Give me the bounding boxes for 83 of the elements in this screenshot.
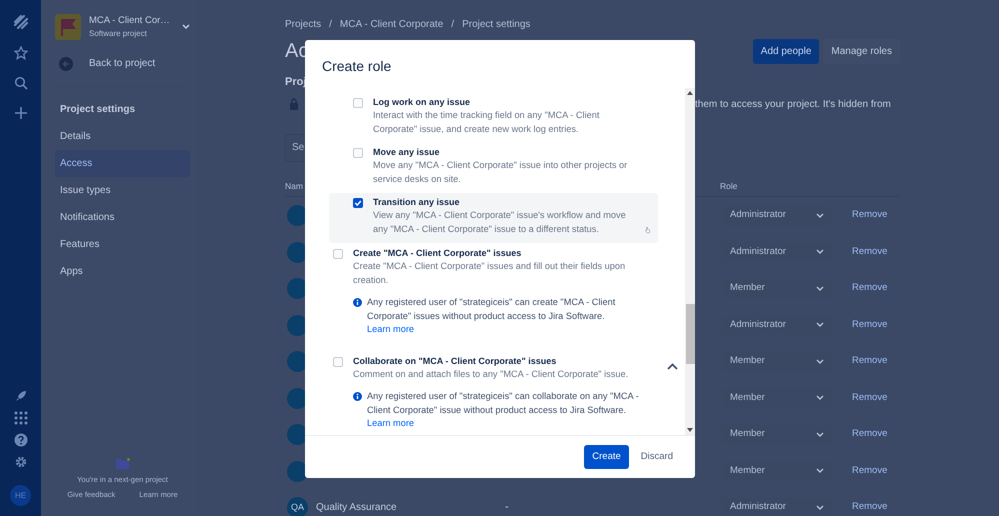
remove-link[interactable]: Remove (852, 281, 888, 296)
section-heading: Project settings (59, 103, 136, 118)
info-icon (353, 298, 362, 307)
sidebar-item[interactable]: Access (55, 150, 190, 178)
user-avatar: QA (287, 497, 308, 516)
permission-label: Log work on any issue (373, 96, 472, 109)
remove-link[interactable]: Remove (852, 390, 888, 406)
settings-icon[interactable] (14, 455, 28, 469)
checkbox[interactable] (353, 198, 363, 208)
permission-label: Create "MCA - Client Corporate" issues (353, 247, 522, 260)
permission-label: Transition any issue (373, 196, 461, 209)
scroll-up-arrow-icon[interactable] (687, 91, 693, 95)
column-header: Role (720, 180, 738, 192)
breadcrumb-link[interactable]: Project settings (462, 17, 530, 32)
add-people-button[interactable]: Add people (752, 38, 820, 64)
breadcrumb-separator: / (451, 18, 454, 32)
chevron-down-icon (816, 395, 824, 401)
permission-description: View any "MCA - Client Corporate" issue's workflow and move any "MCA - Client Corporate" issue to a different status. (373, 209, 627, 236)
member-name: Quality Assurance (316, 501, 397, 515)
chevron-up-icon[interactable] (667, 362, 678, 370)
star-icon[interactable] (14, 46, 28, 60)
chevron-down-icon[interactable] (182, 24, 190, 30)
modal-title: Create role (321, 57, 392, 76)
permission-label: Collaborate on "MCA - Client Corporate" issues (353, 354, 558, 368)
apps-grid-icon[interactable] (14, 411, 28, 425)
remove-link[interactable]: Remove (852, 208, 888, 223)
permission-description: Interact with the time tracking field on any "MCA - Client Corporate" issue, and create new work log entries. (373, 109, 600, 136)
permission-description: Comment on and attach files to any "MCA - Client Corporate" issue. (353, 368, 630, 381)
scroll-down-arrow-icon[interactable] (687, 428, 693, 432)
permission-description: Move any "MCA - Client Corporate" issue into other projects or service desks on site. (373, 159, 628, 186)
remove-link[interactable]: Remove (852, 464, 888, 478)
scrollbar[interactable] (685, 88, 695, 435)
project-type: Software project (89, 28, 148, 40)
permission-label: Move any issue (373, 146, 441, 159)
hand-cursor-icon (645, 224, 650, 236)
back-to-project-link[interactable]: Back to project (89, 56, 156, 72)
breadcrumb-link[interactable]: Projects (285, 17, 322, 32)
chevron-down-icon (816, 504, 824, 510)
table-cell: - (505, 501, 509, 514)
chevron-down-icon (816, 468, 824, 474)
chevron-down-icon (816, 286, 824, 292)
logo-icon[interactable] (12, 14, 28, 30)
breadcrumb-link[interactable]: MCA - Client Corporate (340, 17, 444, 32)
permission-description: Create "MCA - Client Corporate" issues and fill out their fields upon creation. (353, 260, 626, 286)
folder-icon (116, 458, 130, 468)
project-name[interactable]: MCA - Client Cor… (89, 14, 178, 28)
remove-link[interactable]: Remove (852, 500, 888, 515)
discard-button[interactable]: Discard (632, 444, 681, 470)
learn-more-link[interactable]: Learn more (367, 324, 414, 334)
role-dropdown[interactable]: Member (722, 461, 832, 481)
remove-link[interactable]: Remove (852, 244, 888, 260)
remove-link[interactable]: Remove (852, 427, 888, 442)
rocket-icon[interactable] (14, 389, 28, 403)
chevron-down-icon (816, 212, 824, 218)
project-flag-icon (55, 14, 81, 40)
breadcrumb-separator: / (329, 18, 332, 32)
role-dropdown[interactable]: Member (722, 388, 832, 408)
sidebar-item[interactable]: Apps (55, 258, 190, 286)
sidebar-item[interactable]: Notifications (55, 204, 190, 232)
plus-icon[interactable] (14, 106, 28, 120)
chevron-down-icon (816, 249, 824, 255)
info-message: Any registered user of "strategiceis" can create "MCA - Client Corporate" issues without product access to Jira Software. Learn more (367, 296, 616, 336)
role-dropdown[interactable]: Administrator (722, 315, 832, 335)
search-icon[interactable] (14, 76, 28, 90)
column-header: Nam (285, 180, 303, 192)
learn-more-link[interactable]: Learn more (367, 418, 414, 428)
scrollbar-thumb[interactable] (686, 304, 694, 364)
remove-link[interactable]: Remove (852, 354, 888, 369)
remove-link[interactable]: Remove (852, 318, 888, 332)
access-note: them to access your project. It's hidden from (695, 98, 891, 112)
chevron-down-icon (816, 358, 824, 364)
chevron-down-icon (816, 322, 824, 328)
info-icon (353, 392, 362, 401)
user-avatar[interactable]: HE (10, 485, 31, 506)
chevron-down-icon (816, 432, 824, 438)
role-dropdown[interactable]: Administrator (722, 242, 832, 262)
info-message: Any registered user of "strategiceis" can collaborate on any "MCA - Client Corporate" issue without product access to Jira Software. Learn more (367, 390, 640, 430)
sidebar-item[interactable]: Issue types (55, 177, 190, 204)
sidebar-item[interactable]: Features (55, 231, 190, 258)
create-button[interactable]: Create (584, 444, 629, 470)
lock-icon (289, 98, 299, 110)
sidebar-item[interactable]: Details (55, 123, 190, 150)
help-icon[interactable] (14, 433, 28, 447)
